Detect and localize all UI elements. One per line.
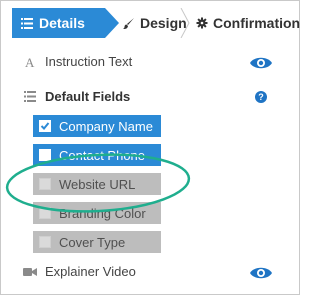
checkbox[interactable] bbox=[39, 236, 51, 248]
field-label: Cover Type bbox=[59, 234, 126, 250]
tab-details[interactable]: Details bbox=[12, 8, 119, 38]
checkbox-checked[interactable] bbox=[39, 120, 51, 132]
tab-details-label: Details bbox=[39, 15, 85, 31]
highlight-ellipse bbox=[2, 146, 194, 216]
wizard-steps: Details Design Confirmation bbox=[12, 8, 300, 38]
video-camera-icon bbox=[23, 265, 37, 279]
help-icon[interactable]: ? bbox=[255, 91, 267, 103]
explainer-video-row: Explainer Video bbox=[23, 264, 136, 279]
list-icon bbox=[20, 16, 34, 30]
field-company-name[interactable]: Company Name bbox=[33, 115, 161, 137]
eye-icon[interactable] bbox=[249, 56, 273, 70]
explainer-video-label: Explainer Video bbox=[45, 264, 136, 279]
tab-design[interactable]: Design bbox=[110, 8, 187, 38]
text-a-icon: A bbox=[23, 55, 37, 69]
form-settings-panel: Details Design Confirmation A Instructio… bbox=[0, 0, 300, 295]
svg-text:A: A bbox=[25, 56, 35, 68]
instruction-text-row: A Instruction Text bbox=[23, 54, 132, 69]
eye-icon[interactable] bbox=[249, 266, 273, 280]
instruction-text-label: Instruction Text bbox=[45, 54, 133, 69]
default-fields-row: Default Fields bbox=[23, 89, 130, 104]
paintbrush-icon bbox=[122, 16, 135, 30]
default-fields-label: Default Fields bbox=[45, 89, 131, 104]
field-cover-type[interactable]: Cover Type bbox=[33, 231, 161, 253]
field-label: Company Name bbox=[59, 118, 153, 134]
gear-icon bbox=[196, 16, 208, 30]
tab-confirmation[interactable]: Confirmation bbox=[182, 8, 300, 38]
list-icon bbox=[23, 90, 37, 104]
tab-confirmation-label: Confirmation bbox=[213, 15, 301, 31]
